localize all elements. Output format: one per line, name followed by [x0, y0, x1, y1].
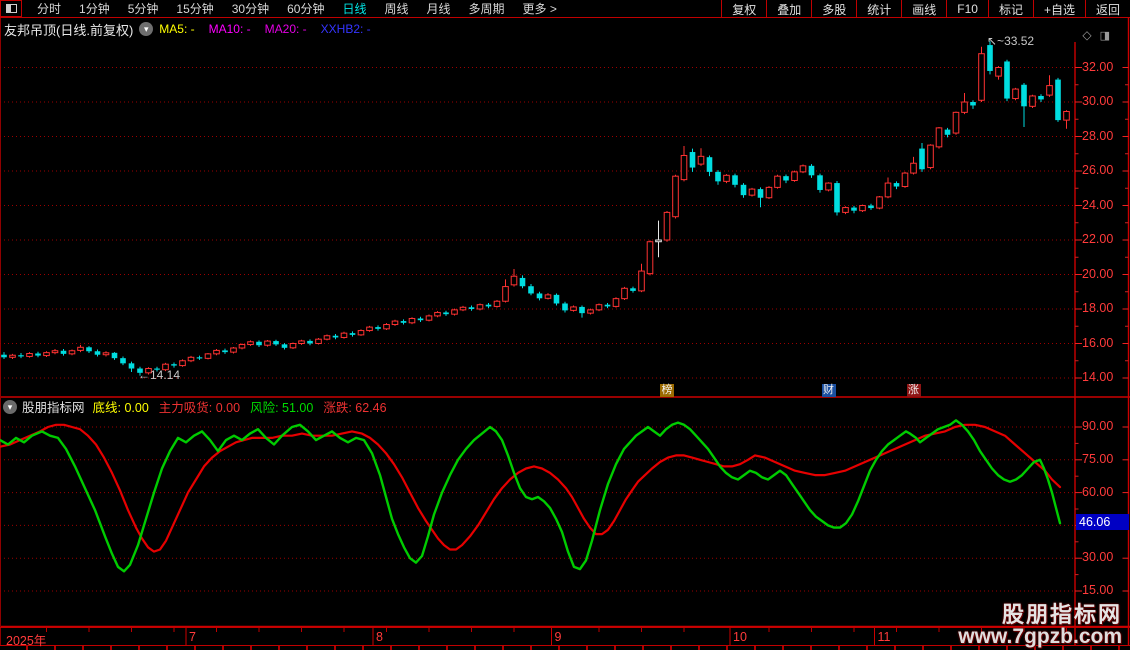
- indicator-field-1: 主力吸货: 0.00: [158, 401, 241, 415]
- menu-item-3[interactable]: 15分钟: [167, 0, 222, 17]
- menu-item-1[interactable]: 1分钟: [70, 0, 119, 17]
- month-label-8: 8: [376, 630, 383, 644]
- tool-button-1[interactable]: 叠加: [766, 0, 811, 17]
- indicator-field-3: 涨跌: 62.46: [323, 401, 387, 415]
- menu-item-4[interactable]: 30分钟: [223, 0, 278, 17]
- ma-labels: MA5: - MA10: - MA20: - XXHB2: -: [159, 22, 370, 36]
- tool-button-7[interactable]: +自选: [1032, 0, 1085, 17]
- split-window-icon: [5, 4, 17, 13]
- chevron-down-icon[interactable]: ▾: [139, 22, 154, 36]
- menu-item-9[interactable]: 多周期: [460, 0, 514, 17]
- tool-menu: 复权 叠加 多股 统计 画线 F10 标记 +自选 返回: [721, 0, 1130, 17]
- ma-label-3: XXHB2: -: [320, 22, 371, 36]
- event-marker-2: 涨: [906, 384, 921, 397]
- price-axis-label: 22.00: [1082, 232, 1114, 246]
- month-label-10: 10: [733, 630, 747, 644]
- oscillator-line-slow: [0, 423, 1062, 553]
- indicator-field-0: 底线: 0.00: [92, 401, 149, 415]
- trading-app-window: 分时 1分钟 5分钟 15分钟 30分钟 60分钟 日线 周线 月线 多周期 更多 > 复权 叠加 多股…: [0, 0, 1130, 650]
- ma-label-2: MA20: -: [264, 22, 307, 36]
- ma-label-1: MA10: -: [208, 22, 251, 36]
- menu-item-6[interactable]: 日线: [333, 0, 375, 17]
- indicator-name: 股朋指标网: [22, 401, 85, 415]
- indicator-values: 底线: 0.00 主力吸货: 0.00 风险: 51.00 涨跌: 62.46: [93, 397, 397, 416]
- menu-item-8[interactable]: 月线: [418, 0, 460, 17]
- indicator-axis-label: 30.00: [1082, 550, 1114, 565]
- month-label-7: 7: [189, 630, 196, 644]
- indicator-axis-label: 75.00: [1082, 451, 1114, 466]
- menu-item-5[interactable]: 60分钟: [278, 0, 333, 17]
- menu-item-7[interactable]: 周线: [375, 0, 417, 17]
- indicator-axis-label: 60.00: [1082, 484, 1114, 499]
- site-watermark: 股朋指标网 www.7gpzb.com: [958, 602, 1122, 648]
- tool-button-4[interactable]: 画线: [901, 0, 946, 17]
- watermark-url: www.7gpzb.com: [958, 625, 1122, 648]
- tool-button-2[interactable]: 多股: [811, 0, 856, 17]
- month-label-9: 9: [554, 630, 562, 644]
- price-axis-label: 20.00: [1082, 266, 1114, 281]
- price-axis-label: 30.00: [1082, 94, 1114, 108]
- menu-item-0[interactable]: 分时: [28, 0, 70, 17]
- price-axis-label: 28.00: [1082, 128, 1114, 143]
- month-label-11: 11: [877, 630, 891, 644]
- candlestick-chart[interactable]: [0, 0, 1130, 650]
- current-value-badge: 46.06: [1076, 514, 1129, 531]
- menu-item-10[interactable]: 更多 >: [514, 0, 566, 17]
- stock-title: 友邦吊顶(日线.前复权): [4, 22, 134, 38]
- tool-button-5[interactable]: F10: [946, 0, 988, 17]
- menu-item-2[interactable]: 5分钟: [119, 0, 168, 17]
- year-label: 2025年: [6, 634, 47, 648]
- price-axis-label: 24.00: [1082, 197, 1114, 212]
- price-axis-label: 26.00: [1082, 163, 1114, 177]
- layout-split-button[interactable]: [0, 0, 22, 17]
- tool-button-3[interactable]: 统计: [856, 0, 901, 17]
- oscillator-line-fast: [0, 419, 1062, 573]
- chevron-down-icon[interactable]: ▾: [3, 399, 17, 414]
- price-axis-label: 14.00: [1082, 370, 1114, 384]
- period-menu: 分时 1分钟 5分钟 15分钟 30分钟 60分钟 日线 周线 月线 多周期 更多 >: [28, 0, 721, 17]
- indicator-field-2: 风险: 51.00: [250, 401, 314, 415]
- price-axis-label: 18.00: [1082, 301, 1114, 315]
- price-axis-label: 16.00: [1082, 335, 1114, 350]
- indicator-axis-label: 90.00: [1082, 419, 1114, 433]
- tool-button-0[interactable]: 复权: [721, 0, 766, 17]
- tool-button-6[interactable]: 标记: [987, 0, 1033, 17]
- event-marker-1: 财: [821, 384, 836, 397]
- watermark-name: 股朋指标网: [1001, 602, 1122, 627]
- tool-button-8[interactable]: 返回: [1084, 0, 1130, 17]
- price-axis-label: 32.00: [1082, 59, 1114, 74]
- ma-label-0: MA5: -: [159, 22, 195, 36]
- indicator-header: ▾ 股朋指标网 底线: 0.00 主力吸货: 0.00 风险: 51.00 涨跌: 6…: [0, 397, 397, 416]
- chart-title-bar: 友邦吊顶(日线.前复权) ▾ MA5: - MA10: - MA20: - XXHB2…: [0, 18, 1130, 40]
- low-price-annotation: ←14.14: [138, 368, 181, 382]
- event-marker-0: 榜: [660, 384, 674, 397]
- indicator-axis-label: 15.00: [1082, 583, 1114, 597]
- top-menu-bar: 分时 1分钟 5分钟 15分钟 30分钟 60分钟 日线 周线 月线 多周期 更多 > 复权 叠加 多股…: [0, 0, 1130, 18]
